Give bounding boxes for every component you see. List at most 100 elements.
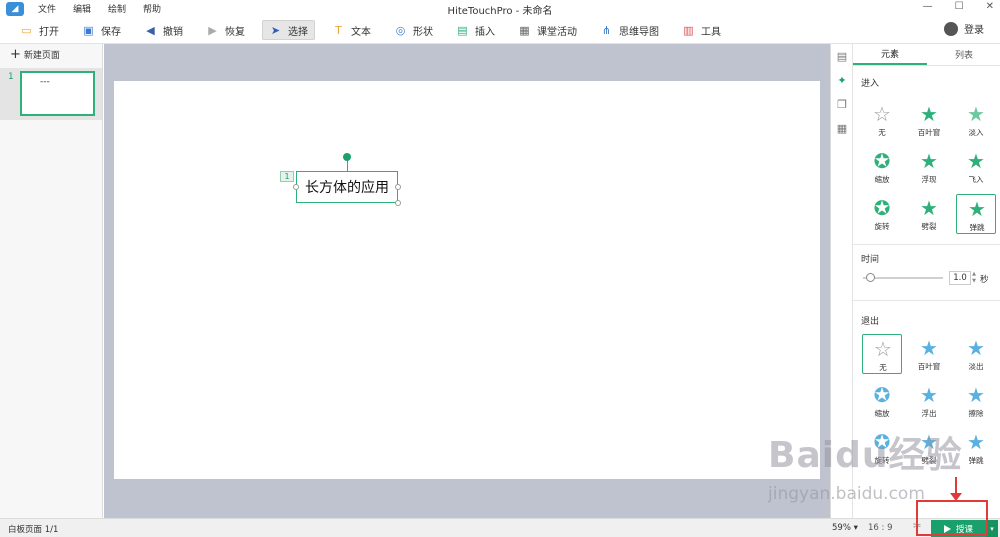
effect-exit-option[interactable]: ★ 弹跳: [956, 428, 996, 468]
star-icon: ★: [967, 383, 985, 407]
textbox-content[interactable]: 长方体的应用: [297, 172, 397, 202]
activity-icon: ▦: [519, 23, 530, 37]
effect-exit-option[interactable]: ★ 擦除: [956, 381, 996, 421]
rotate-stem: [347, 160, 348, 172]
panel-tabs: 元素 列表: [853, 44, 1000, 66]
effect-enter-option[interactable]: ★ 淡入: [956, 100, 996, 140]
effect-exit-option[interactable]: ✪ 缩放: [862, 381, 902, 421]
redo-icon: ▶: [208, 23, 217, 37]
resize-handle-left[interactable]: [293, 184, 299, 190]
star-icon: ★: [967, 149, 985, 173]
toolbar-save-button[interactable]: ▣ 保存: [76, 20, 127, 40]
time-input[interactable]: 1.0: [949, 271, 971, 285]
selected-textbox[interactable]: 长方体的应用: [293, 153, 401, 206]
toolbar-label: 形状: [413, 26, 433, 38]
zoom-select[interactable]: 59% ▾: [832, 523, 858, 533]
animation-icon[interactable]: ✦: [836, 74, 848, 87]
page-list-panel: + 新建页面 1 ---: [0, 44, 103, 518]
insert-icon: ▤: [457, 23, 468, 37]
star-icon: ★: [967, 430, 985, 454]
star-icon: ★: [967, 102, 985, 126]
aspect-ratio[interactable]: 16 : 9: [868, 523, 893, 533]
menu-item[interactable]: 绘制: [108, 2, 126, 15]
undo-icon: ◀: [146, 23, 155, 37]
effect-exit-option[interactable]: ☆ 无: [862, 334, 902, 374]
login-label: 登录: [964, 25, 984, 36]
effect-label: 百叶窗: [917, 128, 941, 137]
effect-exit-option[interactable]: ★ 淡出: [956, 334, 996, 374]
effect-label: 旋转: [874, 222, 890, 231]
save-icon: ▣: [83, 23, 94, 37]
close-icon[interactable]: ✕: [986, 1, 994, 12]
menu-item[interactable]: 帮助: [143, 2, 161, 15]
effect-label: 无: [879, 363, 887, 372]
animation-panel: 元素 列表 进入 ☆ 无 ★ 百叶窗 ★ 淡入 ✪ 缩放 ★ 浮现 ★ 飞入 ✪ 旋转 ★ 劈裂 ★ 弹跳 时间 1…: [852, 44, 1000, 518]
effect-exit-option[interactable]: ✪ 旋转: [862, 428, 902, 468]
toolbar-redo-button[interactable]: ▶ 恢复: [200, 20, 251, 40]
toolbar-label: 保存: [101, 26, 121, 38]
cursor-icon: ➤: [270, 23, 281, 37]
effect-exit-option[interactable]: ★ 劈裂: [909, 428, 949, 468]
toolbar-insert-button[interactable]: ▤ 插入: [450, 20, 501, 40]
effect-enter-option[interactable]: ★ 飞入: [956, 147, 996, 187]
new-page-button[interactable]: + 新建页面: [10, 47, 60, 62]
toolbar-activity-button[interactable]: ▦ 课堂活动: [512, 20, 583, 40]
effect-enter-option[interactable]: ☆ 无: [862, 100, 902, 140]
side-tab-strip: ▤ ✦ ❐ ▦: [830, 44, 852, 518]
toolbar-mindmap-button[interactable]: ⋔ 思维导图: [594, 20, 665, 40]
effect-enter-option[interactable]: ★ 劈裂: [909, 194, 949, 234]
toolbar-toolbox-button[interactable]: ▥ 工具: [676, 20, 727, 40]
effect-enter-option[interactable]: ✪ 旋转: [862, 194, 902, 234]
star-icon: ☆: [873, 102, 891, 126]
time-slider-knob[interactable]: [866, 273, 875, 282]
menu-bar: 文件 编辑 绘制 帮助: [38, 2, 161, 15]
effect-label: 淡入: [968, 128, 984, 137]
minimize-icon[interactable]: —: [923, 1, 933, 12]
app-logo-icon: ◢: [6, 1, 24, 16]
effect-enter-option[interactable]: ✪ 缩放: [862, 147, 902, 187]
effect-enter-option[interactable]: ★ 弹跳: [956, 194, 996, 234]
tab-elements[interactable]: 元素: [853, 44, 927, 65]
toolbar-folder-button[interactable]: ▭ 打开: [14, 20, 65, 40]
effect-label: 淡出: [968, 362, 984, 371]
effect-label: 劈裂: [921, 456, 937, 465]
time-stepper[interactable]: ▲ ▼: [971, 271, 977, 285]
menu-item[interactable]: 编辑: [73, 2, 91, 15]
exit-section-title: 退出: [861, 317, 880, 327]
divider: [853, 244, 1000, 245]
toolbar-label: 选择: [288, 26, 308, 38]
toolbar-shape-button[interactable]: ◎ 形状: [388, 20, 439, 40]
time-slider-track[interactable]: [863, 277, 943, 279]
whiteboard-slide[interactable]: 1 长方体的应用: [114, 81, 820, 479]
toolbar-label: 撤销: [163, 26, 183, 38]
maximize-icon[interactable]: ☐: [955, 1, 964, 12]
login-button[interactable]: 登录: [944, 21, 984, 36]
star-icon: ✪: [873, 430, 891, 454]
star-icon: ★: [920, 196, 938, 220]
plus-icon: +: [10, 47, 21, 62]
page-thumbnail[interactable]: ---: [20, 71, 95, 116]
effect-label: 飞入: [968, 175, 984, 184]
rotate-handle[interactable]: [343, 153, 351, 161]
time-unit: 秒: [980, 275, 989, 285]
user-avatar-icon: [944, 21, 958, 36]
page-props-icon[interactable]: ▤: [836, 50, 848, 63]
effect-enter-option[interactable]: ★ 浮现: [909, 147, 949, 187]
menu-item[interactable]: 文件: [38, 2, 56, 15]
toolbar-undo-button[interactable]: ◀ 撤销: [138, 20, 189, 40]
star-icon: ✪: [873, 196, 891, 220]
thumbnail-text: ---: [40, 77, 50, 87]
effect-enter-option[interactable]: ★ 百叶窗: [909, 100, 949, 140]
effect-exit-option[interactable]: ★ 浮出: [909, 381, 949, 421]
page-number: 1: [8, 72, 14, 82]
star-icon: ☆: [874, 337, 892, 361]
tab-list[interactable]: 列表: [927, 44, 1000, 65]
effect-exit-option[interactable]: ★ 百叶窗: [909, 334, 949, 374]
resources-icon[interactable]: ▦: [836, 122, 848, 135]
layers-icon[interactable]: ❐: [836, 98, 848, 111]
resize-handle-right[interactable]: [395, 184, 401, 190]
toolbar-text-button[interactable]: T 文本: [326, 20, 377, 40]
resize-handle-corner[interactable]: [395, 200, 401, 206]
text-icon: T: [335, 23, 342, 37]
toolbar-cursor-button[interactable]: ➤ 选择: [262, 20, 315, 40]
